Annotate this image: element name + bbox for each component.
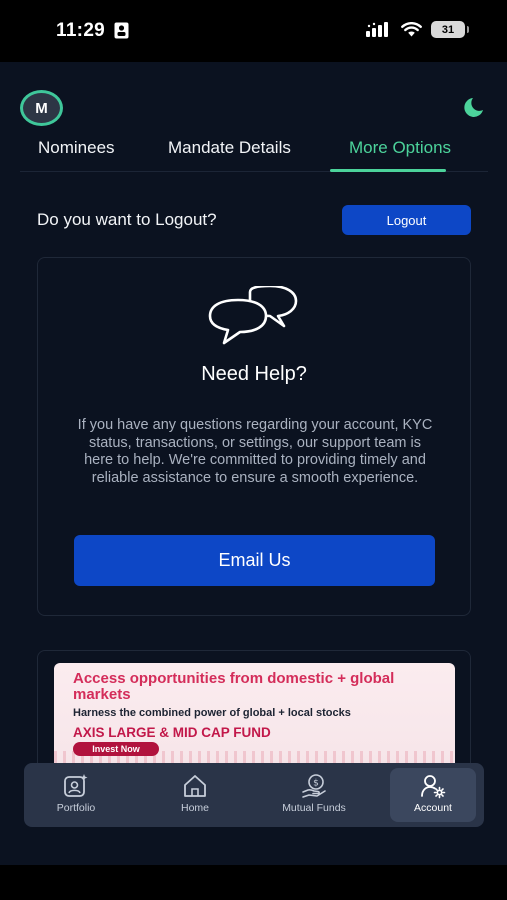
tab-mandate-details[interactable]: Mandate Details [168, 138, 291, 158]
portfolio-icon [64, 774, 88, 797]
avatar-initial: M [35, 99, 48, 117]
nav-mutual-funds[interactable]: $ Mutual Funds [271, 768, 357, 822]
invest-now-button[interactable]: Invest Now [73, 742, 159, 756]
avatar[interactable]: M [20, 90, 63, 126]
help-title: Need Help? [201, 363, 307, 385]
chat-bubbles-icon [208, 286, 298, 345]
tab-more-options[interactable]: More Options [349, 138, 451, 158]
mutual-funds-icon: $ [302, 774, 326, 798]
id-card-icon [114, 22, 129, 39]
promo-fund-name: AXIS LARGE & MID CAP FUND [73, 725, 271, 740]
promo-subline: Harness the combined power of global + l… [73, 707, 351, 719]
account-settings-icon [421, 775, 446, 799]
wifi-icon [401, 22, 422, 37]
home-indicator-area [0, 865, 507, 900]
nav-account-label: Account [414, 802, 452, 814]
nav-home[interactable]: Home [152, 768, 238, 822]
battery-indicator: 31 [431, 21, 469, 38]
nav-portfolio[interactable]: Portfolio [33, 768, 119, 822]
logout-row: Do you want to Logout? Logout [37, 205, 471, 235]
account-tabs: Nominees Mandate Details More Options [20, 134, 488, 172]
nav-portfolio-label: Portfolio [56, 802, 96, 814]
email-us-button[interactable]: Email Us [74, 535, 435, 586]
status-time: 11:29 [56, 20, 106, 41]
help-card: Need Help? If you have any questions reg… [37, 257, 471, 616]
promo-headline: Access opportunities from domestic + glo… [73, 670, 395, 703]
bottom-navigation: Portfolio Home $ Mutual Funds Account [24, 763, 484, 827]
active-tab-indicator [330, 169, 446, 172]
home-icon [184, 775, 206, 797]
account-screen: M Nominees Mandate Details More Options … [0, 62, 507, 865]
battery-level: 31 [441, 23, 455, 36]
logout-button[interactable]: Logout [342, 205, 471, 235]
status-indicators: 31 [366, 21, 469, 38]
logout-question: Do you want to Logout? [37, 210, 217, 229]
cellular-signal-icon [366, 22, 388, 37]
help-description: If you have any questions regarding your… [77, 417, 433, 486]
nav-account[interactable]: Account [390, 768, 476, 822]
svg-text:$: $ [313, 779, 319, 789]
tab-nominees[interactable]: Nominees [38, 138, 115, 158]
nav-mutual-funds-label: Mutual Funds [282, 802, 346, 814]
nav-home-label: Home [180, 802, 209, 814]
status-bar: 11:29 31 [0, 0, 507, 62]
moon-icon[interactable] [457, 95, 485, 119]
